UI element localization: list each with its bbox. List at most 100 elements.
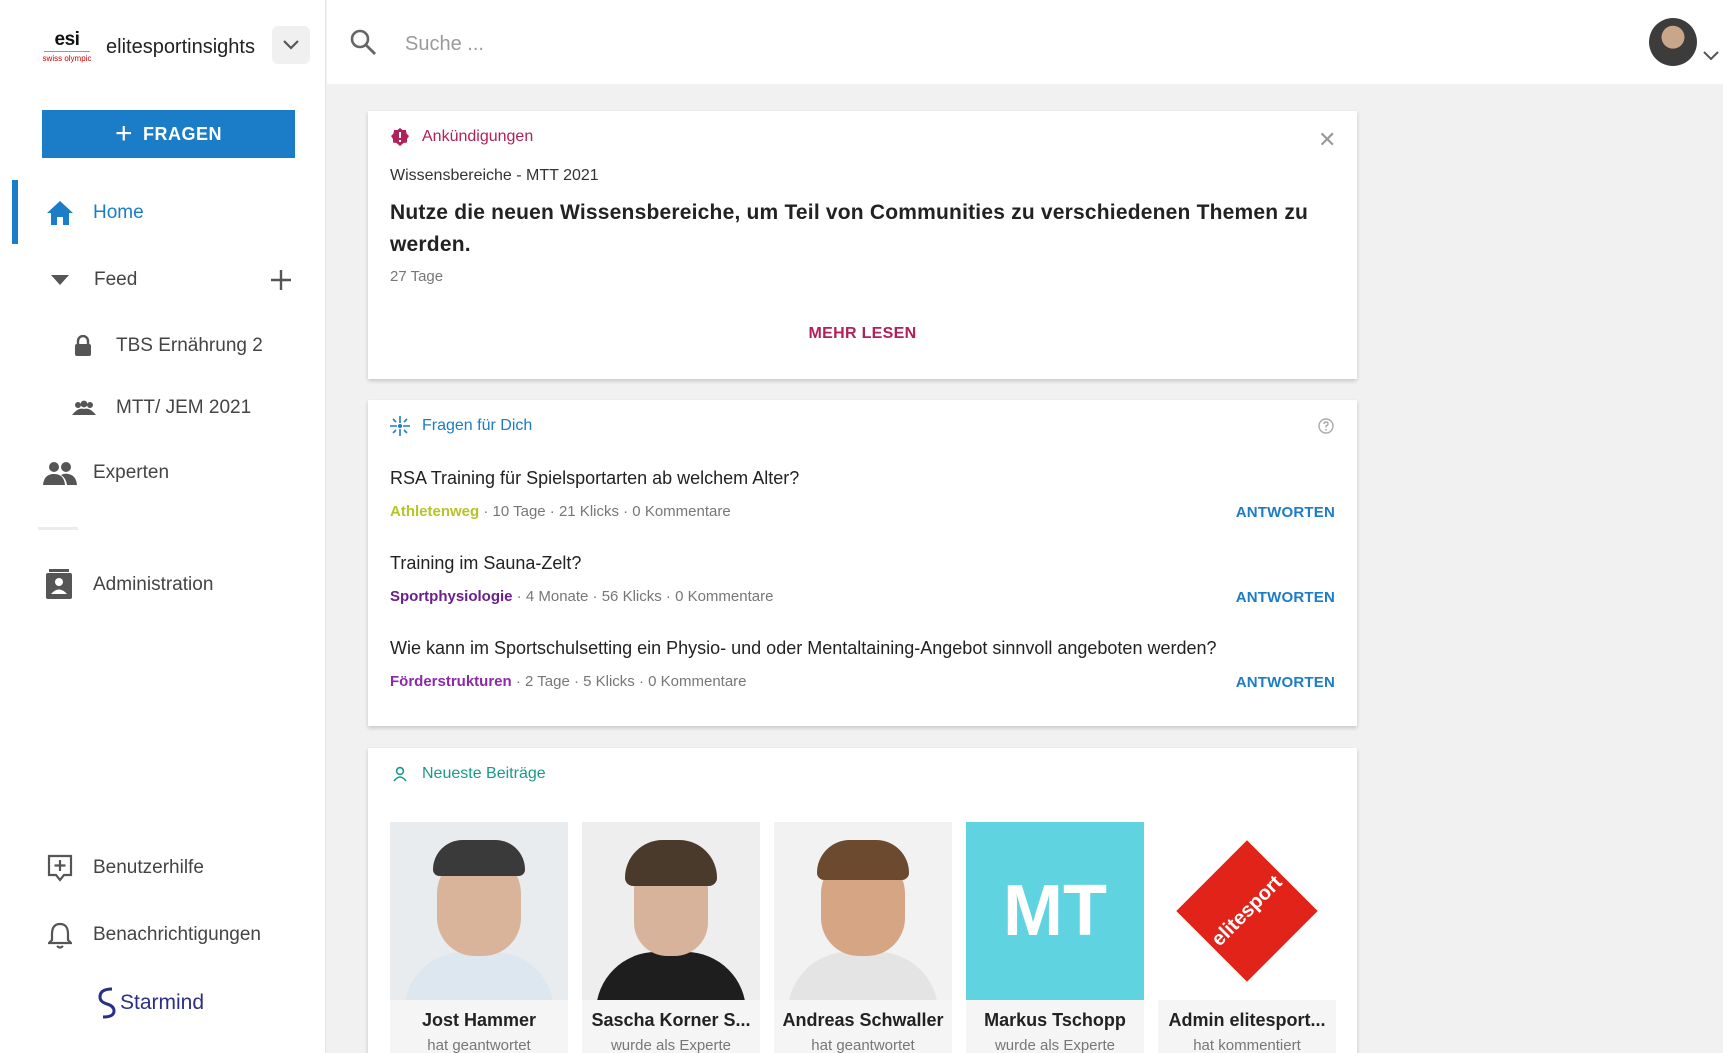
person-initials: MT <box>1003 871 1107 951</box>
sidebar-item-administration[interactable]: Administration <box>0 557 326 613</box>
person-photo <box>774 822 952 1000</box>
question-meta: Förderstrukturen · 2 Tage · 5 Klicks · 0… <box>390 673 1335 690</box>
question-category[interactable]: Sportphysiologie <box>390 588 513 605</box>
sidebar-item-label: Benachrichtigungen <box>93 924 261 945</box>
home-icon <box>45 199 75 227</box>
person-photo <box>582 822 760 1000</box>
question-stats: · 10 Tage · 21 Klicks · 0 Kommentare <box>479 503 731 520</box>
sidebar-item-label: MTT/ JEM 2021 <box>116 397 252 418</box>
recent-people-list: Jost Hammer hat geantwortet Sascha Korner… <box>390 822 1336 1053</box>
announcement-subtitle: Wissensbereiche - MTT 2021 <box>390 167 599 184</box>
question-category[interactable]: Athletenweg <box>390 503 479 520</box>
person-card[interactable]: elitesport Admin elitesport... hat kommen… <box>1158 822 1336 1053</box>
sidebar-item-label: Home <box>93 202 144 223</box>
caret-down-icon <box>50 274 70 286</box>
user-avatar[interactable] <box>1649 18 1697 66</box>
sidebar-divider <box>38 527 78 530</box>
chevron-down-icon <box>283 40 299 50</box>
person-action: hat kommentiert <box>1193 1037 1301 1053</box>
sidebar-item-label: TBS Ernährung 2 <box>116 335 263 356</box>
user-outline-icon <box>390 764 410 784</box>
brand[interactable]: esi swiss olympic elitesportinsights <box>42 26 255 68</box>
sidebar-item-label: Experten <box>93 462 170 483</box>
question-category[interactable]: Förderstrukturen <box>390 673 512 690</box>
question-meta: Athletenweg · 10 Tage · 21 Klicks · 0 Ko… <box>390 503 1335 520</box>
announcement-age: 27 Tage <box>390 268 444 285</box>
sidebar-item-feed[interactable]: Feed <box>0 252 326 308</box>
recent-heading: Neueste Beiträge <box>422 765 546 782</box>
sparkle-icon <box>390 416 410 436</box>
help-add-icon <box>47 854 73 882</box>
starmind-text: Starmind <box>120 991 205 1014</box>
workspace-name: elitesportinsights <box>106 35 255 58</box>
person-card[interactable]: Jost Hammer hat geantwortet <box>390 822 568 1053</box>
sidebar-item-mtt-jem[interactable]: MTT/ JEM 2021 <box>0 380 326 436</box>
person-name: Admin elitesport... <box>1168 1010 1326 1030</box>
people-icon <box>43 461 77 485</box>
sidebar-item-experten[interactable]: Experten <box>0 445 326 501</box>
questions-header: Fragen für Dich <box>390 416 532 436</box>
add-feed-icon[interactable] <box>270 269 292 291</box>
question-item[interactable]: Training im Sauna-Zelt? Sportphysiologie… <box>390 553 1335 606</box>
logo-text: elitesport <box>1207 871 1287 951</box>
announcement-heading: Ankündigungen <box>422 128 534 145</box>
question-stats: · 4 Monate · 56 Klicks · 0 Kommentare <box>512 588 774 605</box>
search-icon[interactable] <box>349 28 377 61</box>
answer-button[interactable]: ANTWORTEN <box>1236 504 1335 521</box>
question-item[interactable]: RSA Training für Spielsportarten ab welc… <box>390 468 1335 521</box>
person-card[interactable]: MT Markus Tschopp wurde als Experte <box>966 822 1144 1053</box>
workspace-switch-button[interactable] <box>272 26 310 64</box>
person-initials-avatar: MT <box>966 822 1144 1000</box>
esi-logo: esi swiss olympic <box>42 26 92 68</box>
lock-icon <box>74 335 92 357</box>
ask-question-label: FRAGEN <box>143 123 223 144</box>
alert-badge-icon <box>390 127 410 147</box>
answer-button[interactable]: ANTWORTEN <box>1236 589 1335 606</box>
person-name: Sascha Korner S... <box>591 1010 751 1030</box>
question-stats: · 2 Tage · 5 Klicks · 0 Kommentare <box>511 673 747 690</box>
announcement-title[interactable]: Nutze die neuen Wissensbereiche, um Teil… <box>390 197 1330 261</box>
person-action: hat geantwortet <box>427 1037 531 1053</box>
questions-card: Fragen für Dich RSA Training für Spielsp… <box>368 400 1357 726</box>
starmind-mark-icon <box>98 987 116 1019</box>
logo-text: esi <box>54 29 80 50</box>
person-action: wurde als Experte <box>994 1037 1116 1053</box>
person-card[interactable]: Andreas Schwaller hat geantwortet <box>774 822 952 1053</box>
sidebar-item-benachrichtigungen[interactable]: Benachrichtigungen <box>0 907 326 963</box>
question-title[interactable]: RSA Training für Spielsportarten ab welc… <box>390 468 1335 489</box>
person-card[interactable]: Sascha Korner S... wurde als Experte <box>582 822 760 1053</box>
top-bar <box>327 0 1723 84</box>
sidebar-item-label: Benutzerhilfe <box>93 857 204 878</box>
sidebar-item-home[interactable]: Home <box>0 185 326 241</box>
close-icon[interactable]: ✕ <box>1318 127 1336 153</box>
bell-icon <box>48 921 72 949</box>
group-icon <box>72 400 96 416</box>
person-name: Jost Hammer <box>421 1010 537 1030</box>
sidebar-item-label: Administration <box>93 574 214 595</box>
question-title[interactable]: Training im Sauna-Zelt? <box>390 553 1335 574</box>
ask-question-button[interactable]: + FRAGEN <box>42 110 295 158</box>
question-item[interactable]: Wie kann im Sportschulsetting ein Physio… <box>390 638 1335 691</box>
sidebar-item-benutzerhilfe[interactable]: Benutzerhilfe <box>0 840 326 896</box>
plus-icon: + <box>114 117 134 150</box>
logo-divider <box>44 51 90 52</box>
announcement-card: Ankündigungen ✕ Wissensbereiche - MTT 20… <box>368 111 1357 379</box>
recent-posts-card: Neueste Beiträge Jost Hammer hat geantwor… <box>368 748 1357 1053</box>
elitesport-logo: elitesport <box>1158 822 1336 1000</box>
person-action: wurde als Experte <box>610 1037 732 1053</box>
starmind-logo: Starmind <box>94 986 204 1020</box>
chevron-down-icon[interactable] <box>1703 48 1719 66</box>
sidebar-item-label: Feed <box>94 269 138 290</box>
read-more-link[interactable]: MEHR LESEN <box>368 325 1357 343</box>
search-input[interactable] <box>405 26 1105 62</box>
question-meta: Sportphysiologie · 4 Monate · 56 Klicks … <box>390 588 1335 605</box>
recent-header: Neueste Beiträge <box>390 764 546 784</box>
announcement-header: Ankündigungen <box>390 127 533 147</box>
sidebar-item-tbs-ernaehrung[interactable]: TBS Ernährung 2 <box>0 318 326 374</box>
answer-button[interactable]: ANTWORTEN <box>1236 674 1335 691</box>
person-name: Andreas Schwaller <box>782 1010 944 1030</box>
question-title[interactable]: Wie kann im Sportschulsetting ein Physio… <box>390 638 1335 659</box>
help-circle-icon[interactable] <box>1318 418 1334 439</box>
sidebar: esi swiss olympic elitesportinsights + F… <box>0 0 326 1053</box>
person-action: hat geantwortet <box>811 1037 915 1053</box>
